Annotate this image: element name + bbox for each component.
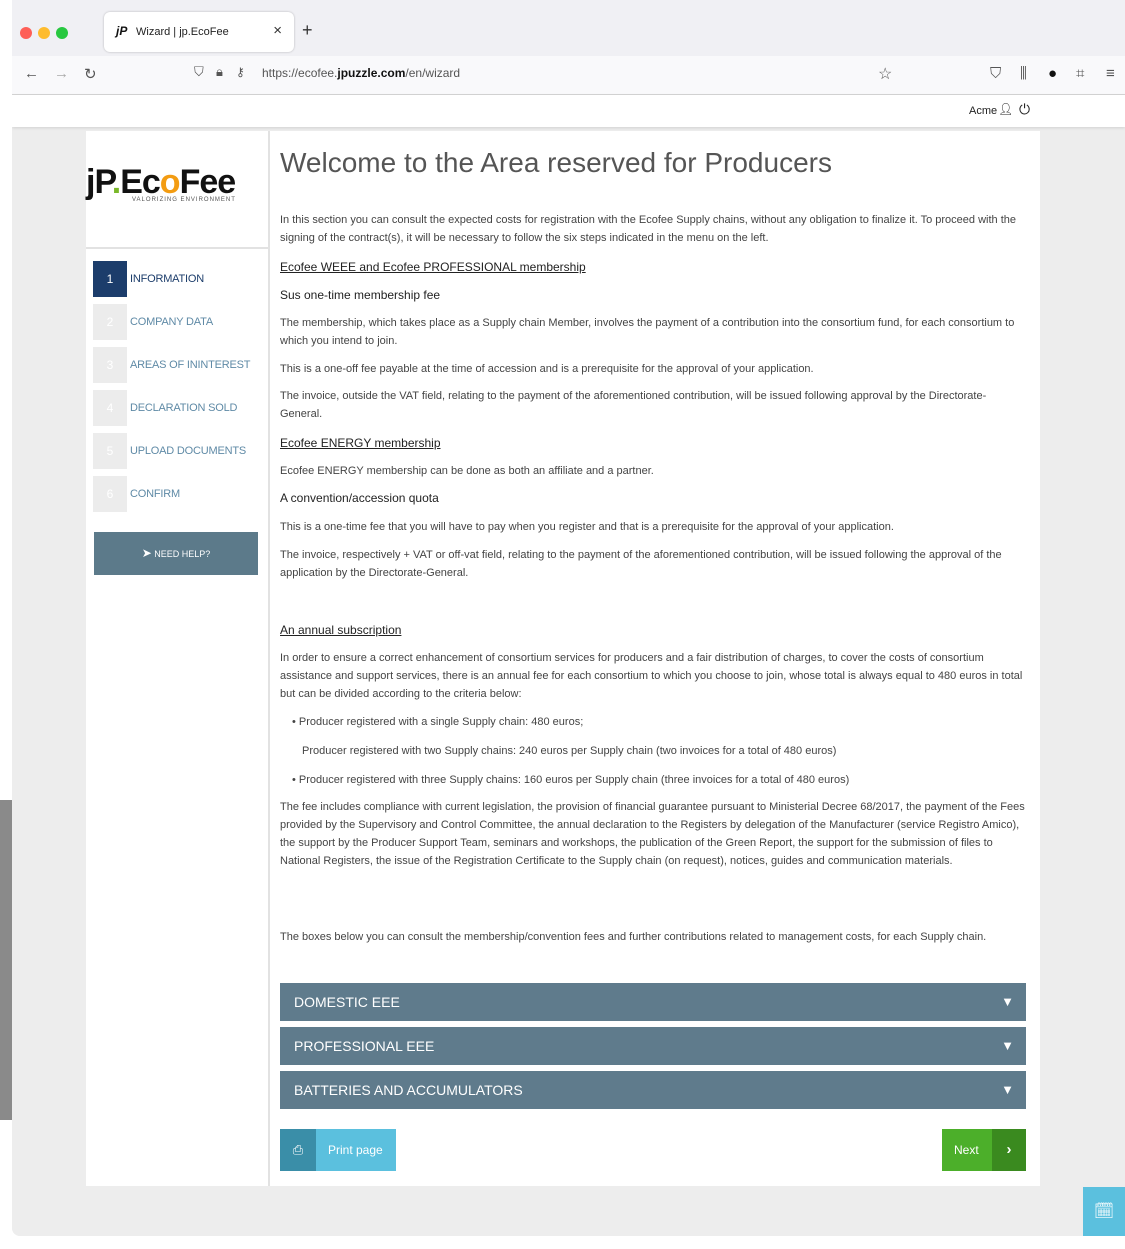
- library-icon[interactable]: ⫼: [1020, 65, 1027, 82]
- accordion-domestic-eee[interactable]: DOMESTIC EEE ▼: [280, 983, 1026, 1021]
- url-text: https://ecofee.jpuzzle.com/en/wizard: [262, 66, 461, 80]
- user-bar: Acme 👤︎ ⏻: [12, 95, 1125, 127]
- list-item: • Producer registered with a single Supp…: [292, 716, 584, 728]
- annual-heading: An annual subscription: [280, 623, 402, 637]
- close-tab-icon[interactable]: ×: [273, 22, 282, 39]
- boxes-paragraph: The boxes below you can consult the memb…: [280, 931, 987, 943]
- shield-icon[interactable]: ⛉: [194, 64, 204, 80]
- favicon-icon: jP: [116, 24, 128, 38]
- user-name[interactable]: Acme: [969, 105, 997, 117]
- step-number: 4: [93, 390, 127, 426]
- energy-paragraph-1: Ecofee ENERGY membership can be done as …: [280, 465, 654, 477]
- weee-heading: Ecofee WEEE and Ecofee PROFESSIONAL memb…: [280, 260, 586, 274]
- step-number: 3: [93, 347, 127, 383]
- step-number: 2: [93, 304, 127, 340]
- need-help-button[interactable]: ➤ NEED HELP?: [94, 532, 258, 575]
- fee-paragraph: The fee includes compliance with current…: [280, 801, 1025, 867]
- step-label: INFORMATION: [130, 273, 204, 285]
- main-content: Welcome to the Area reserved for Produce…: [268, 131, 1040, 1186]
- tab-bar: jP Wizard | jp.EcoFee × +: [12, 0, 1125, 56]
- logo[interactable]: jP.EcoFee VALORIZING ENVIRONMENT: [86, 131, 268, 249]
- annual-paragraph: In order to ensure a correct enhancement…: [280, 652, 1023, 700]
- step-label: CONFIRM: [130, 488, 180, 500]
- logo-tagline: VALORIZING ENVIRONMENT: [132, 197, 236, 203]
- weee-subheading: Sus one-time membership fee: [280, 288, 441, 302]
- energy-heading: Ecofee ENERGY membership: [280, 436, 441, 450]
- step-declaration-sold[interactable]: 4 DECLARATION SOLD: [93, 390, 263, 426]
- step-label: DECLARATION SOLD: [130, 402, 238, 414]
- chevron-right-icon: ›: [992, 1129, 1026, 1171]
- step-label: AREAS OF ININTEREST: [130, 359, 251, 371]
- reload-icon[interactable]: ↻: [84, 65, 97, 83]
- accordion-label: BATTERIES AND ACCUMULATORS: [294, 1082, 523, 1098]
- energy-paragraph-2: This is a one-time fee that you will hav…: [280, 521, 894, 533]
- accordion-label: DOMESTIC EEE: [294, 994, 400, 1010]
- close-window-button[interactable]: [20, 27, 32, 39]
- accordion-label: PROFESSIONAL EEE: [294, 1038, 435, 1054]
- menu-icon[interactable]: ≡: [1106, 65, 1115, 82]
- accordion-professional-eee[interactable]: PROFESSIONAL EEE ▼: [280, 1027, 1026, 1065]
- next-label: Next: [954, 1143, 979, 1157]
- intro-text: In this section you can consult the expe…: [280, 214, 1016, 244]
- extension-icon[interactable]: ●: [1048, 65, 1057, 82]
- accordion-batteries[interactable]: BATTERIES AND ACCUMULATORS ▼: [280, 1071, 1026, 1109]
- paper-plane-icon: ➤: [141, 546, 152, 560]
- energy-subheading: A convention/accession quota: [280, 491, 439, 505]
- key-icon[interactable]: ⚷: [236, 65, 245, 79]
- step-number: 1: [93, 261, 127, 297]
- step-areas-of-interest[interactable]: 3 AREAS OF ININTEREST: [93, 347, 263, 383]
- step-confirm[interactable]: 6 CONFIRM: [93, 476, 263, 512]
- browser-window: jP Wizard | jp.EcoFee × + ← → ↻ ⛉ 🔒︎ ⚷ h…: [12, 0, 1125, 1236]
- navigation-bar: ← → ↻ ⛉ 🔒︎ ⚷ https://ecofee.jpuzzle.com/…: [12, 56, 1125, 95]
- step-company-data[interactable]: 2 COMPANY DATA: [93, 304, 263, 340]
- tab-title: Wizard | jp.EcoFee: [136, 26, 229, 38]
- lock-icon[interactable]: 🔒︎: [216, 64, 223, 80]
- weee-paragraph-2: This is a one-off fee payable at the tim…: [280, 363, 814, 375]
- maximize-window-button[interactable]: [56, 27, 68, 39]
- caret-down-icon: ▼: [1001, 1082, 1014, 1097]
- page-title: Welcome to the Area reserved for Produce…: [280, 147, 832, 178]
- calendar-check-icon[interactable]: 🗓︎: [1083, 1187, 1125, 1236]
- step-upload-documents[interactable]: 5 UPLOAD DOCUMENTS: [93, 433, 263, 469]
- forward-icon[interactable]: →: [54, 65, 69, 82]
- background-shadow: [0, 800, 12, 1120]
- minimize-window-button[interactable]: [38, 27, 50, 39]
- list-item: Producer registered with two Supply chai…: [302, 745, 837, 757]
- caret-down-icon: ▼: [1001, 1038, 1014, 1053]
- printer-icon: ⎙: [280, 1129, 316, 1171]
- step-number: 5: [93, 433, 127, 469]
- crop-icon[interactable]: ⌗: [1076, 65, 1084, 82]
- user-icon[interactable]: 👤︎: [998, 102, 1013, 116]
- bookmark-star-icon[interactable]: ☆: [878, 64, 892, 84]
- wizard-sidebar: jP.EcoFee VALORIZING ENVIRONMENT 1 INFOR…: [86, 131, 268, 1186]
- bullet-text: Producer registered with three Supply ch…: [298, 774, 850, 786]
- next-button[interactable]: Next ›: [942, 1129, 1026, 1171]
- weee-paragraph-1: The membership, which takes place as a S…: [280, 317, 1015, 347]
- step-number: 6: [93, 476, 127, 512]
- weee-paragraph-3: The invoice, outside the VAT field, rela…: [280, 390, 987, 420]
- browser-tab[interactable]: jP Wizard | jp.EcoFee ×: [104, 12, 294, 52]
- back-icon[interactable]: ←: [24, 65, 39, 82]
- print-page-button[interactable]: ⎙ Print page: [280, 1129, 396, 1171]
- new-tab-icon[interactable]: +: [302, 20, 313, 41]
- need-help-label: NEED HELP?: [154, 549, 211, 559]
- caret-down-icon: ▼: [1001, 994, 1014, 1009]
- bullet-text: Producer registered with a single Supply…: [298, 716, 584, 728]
- web-page: Acme 👤︎ ⏻ jP.EcoFee VALORIZING ENVIRONME…: [12, 95, 1125, 1236]
- logout-icon[interactable]: ⏻: [1019, 101, 1030, 118]
- list-item: • Producer registered with three Supply …: [292, 774, 850, 786]
- address-bar[interactable]: ⛉ 🔒︎ ⚷ https://ecofee.jpuzzle.com/en/wiz…: [192, 59, 892, 89]
- step-information[interactable]: 1 INFORMATION: [93, 261, 263, 297]
- print-label: Print page: [328, 1143, 383, 1157]
- pocket-icon[interactable]: ⛉: [990, 65, 1001, 82]
- step-label: UPLOAD DOCUMENTS: [130, 445, 246, 457]
- energy-paragraph-3: The invoice, respectively + VAT or off-v…: [280, 549, 1002, 579]
- step-label: COMPANY DATA: [130, 316, 213, 328]
